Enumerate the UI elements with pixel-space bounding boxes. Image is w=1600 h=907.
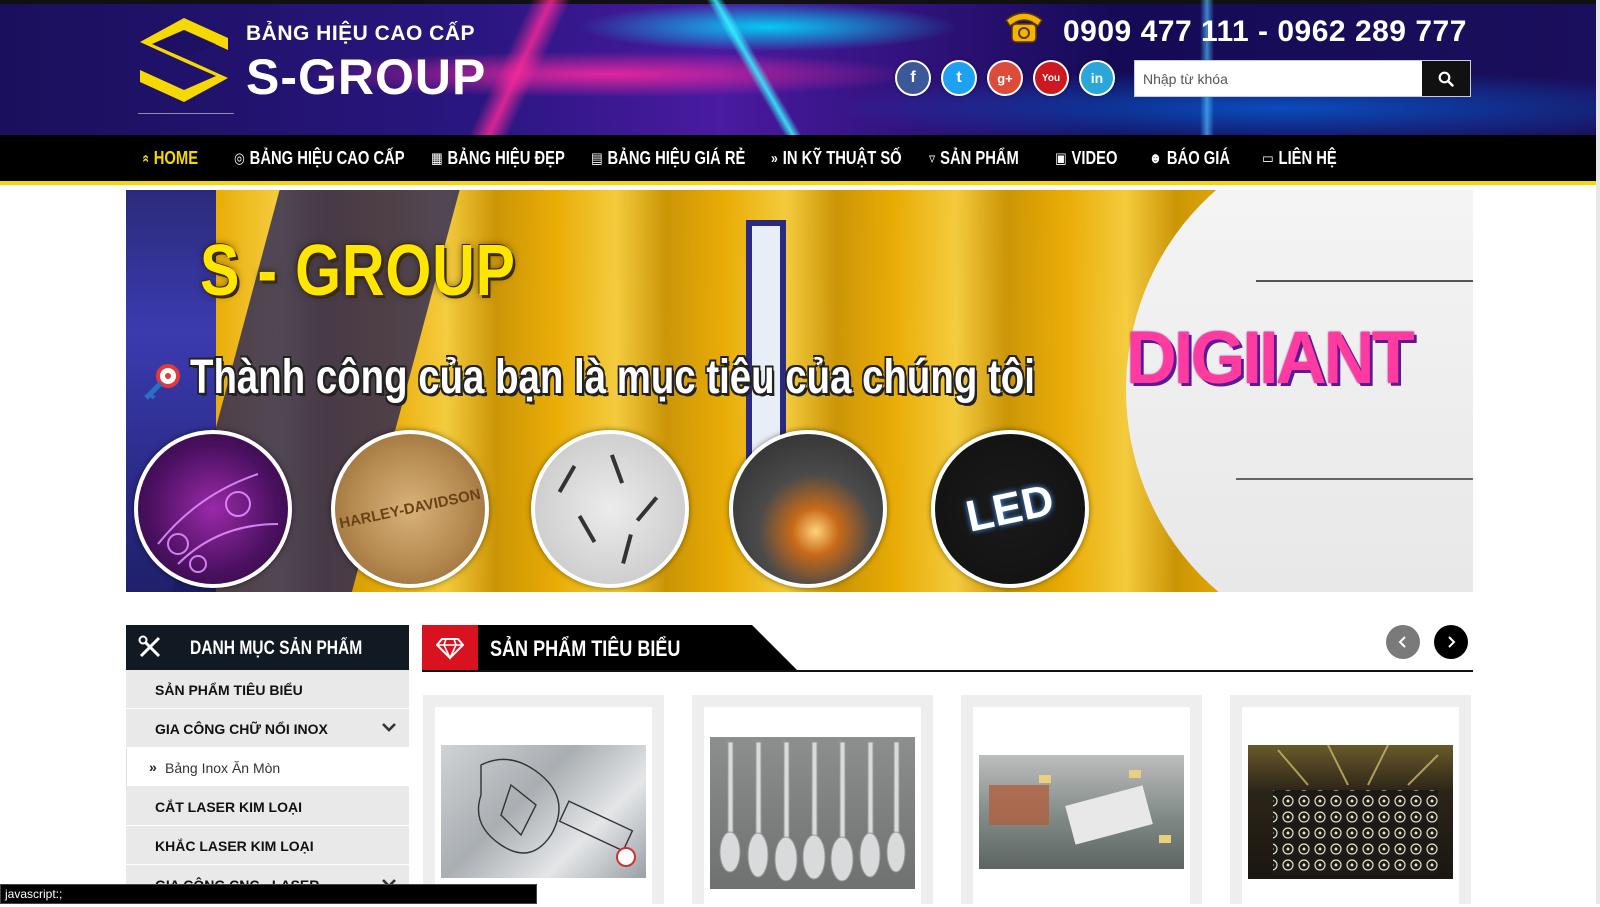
product-circle-acrylic — [134, 430, 292, 588]
logo-tagline[interactable]: BẢNG HIỆU CAO CẤP — [246, 22, 475, 46]
nav-item-label: BẢNG HIỆU CAO CẤP — [249, 147, 405, 168]
featured-underline — [422, 670, 1473, 672]
carousel-prev-button[interactable] — [1386, 625, 1420, 659]
diamond-icon — [436, 637, 464, 660]
key-icon — [144, 364, 180, 400]
logo-divider — [138, 113, 234, 114]
twitter-icon[interactable]: t — [941, 60, 977, 96]
nav-item-bao-gia[interactable]: ☻ BÁO GIÁ — [1149, 135, 1230, 181]
banner-wall-line — [1256, 280, 1473, 282]
featured-title: SẢN PHẨM TIÊU BIỂU — [490, 636, 681, 661]
phone-icon — [1004, 12, 1044, 43]
banner-sign-text: DIGIIANT — [1126, 316, 1415, 399]
hotline-numbers[interactable]: 0909 477 111 - 0962 289 777 — [1063, 15, 1467, 49]
sidebar-header: DANH MỤC SẢN PHẨM — [126, 625, 409, 670]
nav-item-bang-hieu-gia-re[interactable]: ▤ BẢNG HIỆU GIÁ RẺ — [591, 135, 745, 181]
featured-icon-box — [422, 625, 478, 670]
logo-s-icon[interactable] — [138, 16, 230, 104]
nav-item-lien-he[interactable]: ▭ LIÊN HỆ — [1262, 135, 1337, 181]
sidebar-item-san-pham-tieu-bieu[interactable]: SẢN PHẨM TIÊU BIỂU — [126, 670, 409, 709]
circle-engraving-text: HARLEY-DAVIDSON — [337, 485, 483, 533]
sidebar-item-label: KHẮC LASER KIM LOẠI — [155, 838, 314, 854]
product-circle-led-sign: LED — [931, 430, 1089, 588]
nav-item-video[interactable]: ▣ VIDEO — [1055, 135, 1117, 181]
product-card-inner — [973, 707, 1190, 907]
product-card-inner — [1242, 707, 1459, 907]
sidebar-item-gia-cong-chu-noi-inox[interactable]: GIA CÔNG CHỮ NỔI INOX — [126, 709, 409, 748]
banner-wall-line — [1236, 478, 1473, 480]
search-button[interactable] — [1422, 61, 1470, 96]
product-card[interactable] — [961, 695, 1202, 907]
browser-status-bar: javascript:; — [0, 884, 537, 904]
chevron-down-icon[interactable] — [381, 721, 397, 733]
carousel-next-button[interactable] — [1434, 625, 1468, 659]
nav-item-bang-hieu-dep[interactable]: ▦ BẢNG HIỆU ĐẸP — [431, 135, 565, 181]
sidebar-item-khac-laser-kim-loai[interactable]: KHẮC LASER KIM LOẠI — [126, 826, 409, 865]
youtube-icon: ▣ — [1055, 150, 1067, 167]
calendar-icon: ▦ — [431, 150, 443, 167]
tools-icon — [138, 635, 161, 658]
banner-brand: S - GROUP — [200, 231, 516, 311]
nav-item-label: LIÊN HỆ — [1278, 147, 1337, 168]
linkedin-icon[interactable]: in — [1079, 60, 1115, 96]
product-card[interactable] — [692, 695, 933, 907]
nav-item-san-pham[interactable]: ▿ SẢN PHẨM — [929, 135, 1019, 181]
youtube-icon[interactable]: You — [1033, 60, 1069, 96]
double-chevron-right-icon: » — [149, 759, 157, 775]
product-circle-dragonfly-pattern — [531, 430, 689, 588]
banner-slogan: Thành công của bạn là mục tiêu của chúng… — [190, 351, 1035, 404]
sidebar-item-label: SẢN PHẨM TIÊU BIỂU — [155, 682, 303, 698]
google-plus-icon[interactable]: g+ — [987, 60, 1023, 96]
product-card-inner — [704, 707, 921, 907]
hero-banner[interactable]: DIGIIANT S - GROUP Thành công của bạn là… — [126, 190, 1473, 592]
product-image-engraved-spoons-forks[interactable] — [710, 737, 915, 889]
search-icon — [1438, 71, 1454, 87]
nav-item-label: BẢNG HIỆU GIÁ RẺ — [607, 147, 746, 168]
nav-item-label: IN KỸ THUẬT SỐ — [782, 147, 902, 168]
sidebar-subitem-label: Bảng Inox Ăn Mòn — [165, 760, 281, 776]
header-top-border — [0, 0, 1600, 4]
chevron-left-icon — [1398, 636, 1406, 648]
shield-icon: ▿ — [929, 150, 936, 167]
money-icon: ▭ — [1262, 150, 1274, 167]
search-box — [1134, 60, 1471, 97]
sidebar-item-cat-laser-kim-loai[interactable]: CẮT LASER KIM LOẠI — [126, 787, 409, 826]
credit-card-icon: ▤ — [591, 150, 603, 167]
nav-item-label: BẢNG HIỆU ĐẸP — [447, 147, 565, 168]
double-chevron-up-icon: » — [138, 153, 153, 163]
product-image-laser-cut-metal-panel[interactable] — [1248, 744, 1453, 879]
logo-name[interactable]: S-GROUP — [246, 48, 486, 106]
site-header: BẢNG HIỆU CAO CẤP S-GROUP 0909 477 111 -… — [0, 0, 1600, 135]
sidebar-item-label: CẮT LASER KIM LOẠI — [155, 799, 302, 815]
double-chevron-right-icon: » — [771, 149, 778, 167]
circle-led-text: LED — [961, 475, 1059, 542]
sidebar-subitem-bang-inox-an-mon[interactable]: » Bảng Inox Ăn Mòn — [126, 748, 409, 787]
nav-item-label: VIDEO — [1071, 147, 1118, 168]
users-icon: ☻ — [1149, 149, 1162, 167]
scrollbar-track[interactable] — [1596, 0, 1600, 904]
search-input[interactable] — [1135, 61, 1423, 96]
neon-light-decoration — [706, 0, 802, 135]
product-image-laser-marking-machine[interactable] — [979, 755, 1184, 869]
product-circle-laser-cutting — [729, 430, 887, 588]
sidebar-title: DANH MỤC SẢN PHẨM — [190, 638, 363, 659]
main-nav: » HOME ◎ BẢNG HIỆU CAO CẤP ▦ BẢNG HIỆU Đ… — [0, 135, 1600, 185]
product-category-sidebar: DANH MỤC SẢN PHẨM SẢN PHẨM TIÊU BIỂU GIA… — [126, 625, 409, 904]
product-image-engraved-steel-plate[interactable] — [441, 745, 646, 878]
nav-item-in-ky-thuat-so[interactable]: » IN KỸ THUẬT SỐ — [771, 135, 902, 181]
nav-item-home[interactable]: » HOME — [138, 135, 199, 181]
sidebar-item-label: GIA CÔNG CHỮ NỔI INOX — [155, 721, 328, 737]
product-card[interactable] — [423, 695, 664, 907]
nav-item-bang-hieu-cao-cap[interactable]: ◎ BẢNG HIỆU CAO CẤP — [234, 135, 405, 181]
product-card-inner — [435, 707, 652, 907]
chevron-right-icon — [1448, 636, 1456, 648]
nav-item-label: BÁO GIÁ — [1166, 147, 1231, 168]
nav-item-label: HOME — [153, 147, 199, 168]
product-card[interactable] — [1230, 695, 1471, 907]
globe-icon: ◎ — [234, 150, 245, 167]
product-circle-engraved-wood: HARLEY-DAVIDSON — [331, 430, 489, 588]
featured-products-header: SẢN PHẨM TIÊU BIỂU — [422, 625, 1473, 672]
nav-item-label: SẢN PHẨM — [940, 147, 1019, 168]
facebook-icon[interactable]: f — [895, 60, 931, 96]
